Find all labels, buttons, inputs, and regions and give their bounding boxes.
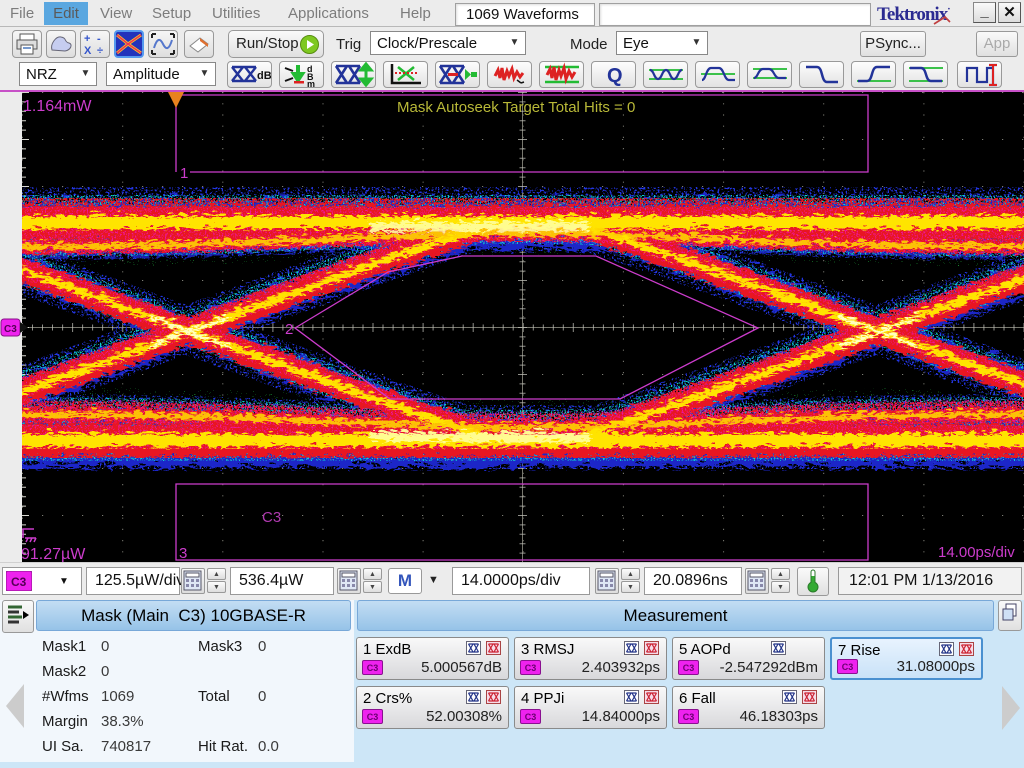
- svg-text:14.00ps/div: 14.00ps/div: [938, 544, 1015, 561]
- svg-text:1: 1: [180, 165, 188, 182]
- svg-text:Mask Autoseek Target Total Hit: Mask Autoseek Target Total Hits = 0: [397, 99, 635, 116]
- svg-text:Q: Q: [607, 65, 623, 87]
- svg-text:dB: dB: [257, 70, 271, 82]
- svg-text:1.164mW: 1.164mW: [23, 98, 92, 115]
- svg-text:m: m: [307, 79, 315, 87]
- svg-text:2: 2: [285, 321, 293, 338]
- svg-text:C3: C3: [4, 324, 17, 335]
- svg-text:C3: C3: [11, 575, 27, 589]
- svg-text:-: -: [97, 33, 101, 45]
- svg-text:C3: C3: [262, 509, 281, 526]
- svg-text:3: 3: [179, 545, 187, 562]
- svg-text:÷: ÷: [97, 45, 103, 56]
- svg-text:91.27µW: 91.27µW: [22, 546, 86, 562]
- svg-text:X: X: [84, 45, 92, 56]
- svg-text:+: +: [84, 33, 90, 45]
